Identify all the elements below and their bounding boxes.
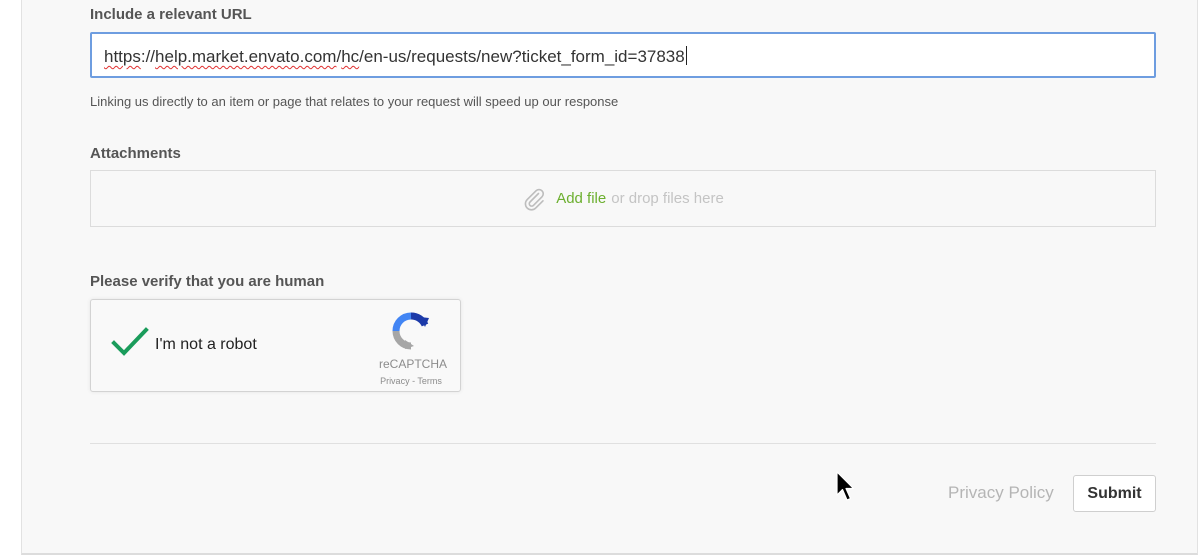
recaptcha-widget: I'm not a robot reCAPTCHA Privacy - Term… (90, 299, 461, 392)
checkmark-icon[interactable] (111, 326, 149, 363)
privacy-policy-link[interactable]: Privacy Policy (948, 483, 1054, 503)
recaptcha-brand: reCAPTCHA (379, 357, 448, 371)
url-text-part: /en-us/requests/new?ticket_form_id=37838 (359, 47, 685, 66)
url-input[interactable]: https://help.market.envato.com/hc/en-us/… (90, 32, 1156, 78)
add-file-link[interactable]: Add file (556, 190, 606, 207)
verify-label: Please verify that you are human (90, 273, 325, 290)
url-field-label: Include a relevant URL (90, 6, 252, 23)
url-text-part: hc (341, 47, 360, 66)
form-divider (90, 443, 1156, 444)
mouse-cursor-icon (836, 471, 856, 508)
paperclip-icon (522, 187, 546, 211)
text-caret (685, 46, 687, 65)
recaptcha-terms-link[interactable]: Terms (417, 376, 442, 386)
not-robot-label[interactable]: I'm not a robot (155, 336, 257, 354)
url-text-part: https (104, 47, 141, 66)
url-text-part: :// (140, 47, 156, 66)
drop-files-hint: or drop files here (611, 190, 724, 207)
url-field-hint: Linking us directly to an item or page t… (90, 94, 619, 109)
recaptcha-logo-icon (392, 312, 430, 355)
submit-button[interactable]: Submit (1073, 475, 1156, 512)
file-dropzone[interactable]: Add file or drop files here (90, 170, 1156, 227)
url-text-part: help.market.envato.com (155, 47, 337, 66)
recaptcha-privacy-link[interactable]: Privacy (380, 376, 410, 386)
recaptcha-links: Privacy - Terms (367, 376, 455, 386)
attachments-label: Attachments (90, 145, 181, 162)
